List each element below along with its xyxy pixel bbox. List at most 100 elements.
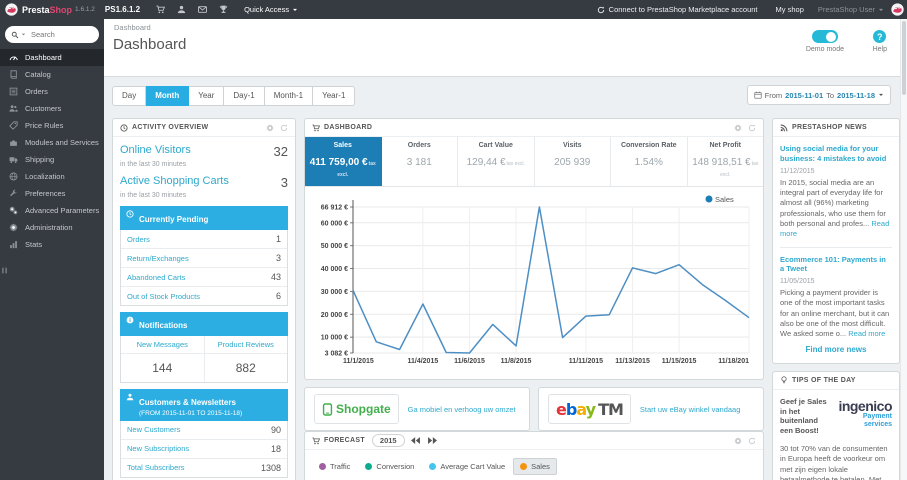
my-shop-link[interactable]: My shop xyxy=(776,5,804,14)
metric-toggle-conversion[interactable]: Conversion xyxy=(358,458,421,475)
sync-icon xyxy=(597,6,605,14)
sidebar-item-label: Stats xyxy=(25,240,43,249)
quick-access-label: Quick Access xyxy=(244,5,290,14)
gear-icon[interactable] xyxy=(734,436,742,445)
pending-link[interactable]: Out of Stock Products xyxy=(127,292,200,301)
pending-link[interactable]: Abandoned Carts xyxy=(127,273,185,282)
article-title[interactable]: Ecommerce 101: Payments in a Tweet xyxy=(780,255,892,275)
prestashop-logo-icon[interactable] xyxy=(5,3,18,16)
person-icon[interactable] xyxy=(177,5,186,14)
kpi-tab-cart-value[interactable]: Cart Value 129,44 €tax excl. xyxy=(458,137,535,186)
range-button-year-1[interactable]: Year-1 xyxy=(313,85,356,106)
read-more-link[interactable]: Read more xyxy=(848,329,885,338)
read-more-link[interactable]: Read more xyxy=(780,219,889,238)
date-range-picker[interactable]: From 2015-11-01 To 2015-11-18 xyxy=(746,85,891,105)
active-carts-link[interactable]: Active Shopping Carts xyxy=(120,175,229,190)
article-body: Picking a payment provider is one of the… xyxy=(780,288,890,339)
range-button-month[interactable]: Month xyxy=(146,85,190,106)
kpi-tab-conversion-rate[interactable]: Conversion Rate 1.54% xyxy=(611,137,688,186)
prestashop-news-panel: PRESTASHOP NEWS Using social media for y… xyxy=(772,118,900,364)
scrollbar-thumb[interactable] xyxy=(902,21,906,95)
customers-link[interactable]: Total Subscribers xyxy=(127,463,185,472)
kpi-value: 3 181 xyxy=(406,157,432,168)
gauge-icon xyxy=(9,53,18,62)
kpi-label: Visits xyxy=(562,142,582,149)
kpi-tab-sales[interactable]: Sales 411 759,00 €tax excl. xyxy=(305,137,382,186)
tag-icon xyxy=(9,121,18,130)
search-input[interactable] xyxy=(31,30,89,39)
sidebar-item-administration[interactable]: Administration xyxy=(0,219,104,236)
refresh-icon[interactable] xyxy=(748,124,756,132)
sidebar-item-price-rules[interactable]: Price Rules xyxy=(0,117,104,134)
refresh-icon[interactable] xyxy=(748,437,756,445)
metric-label: Sales xyxy=(531,462,550,471)
quick-access-menu[interactable]: Quick Access xyxy=(244,5,298,14)
shop-code[interactable]: PS1.6.1.2 xyxy=(105,5,140,14)
kpi-tab-visits[interactable]: Visits 205 939 xyxy=(535,137,611,186)
news-list: Using social media for your business: 4 … xyxy=(773,137,899,363)
sidebar-item-dashboard[interactable]: Dashboard xyxy=(0,49,104,66)
search-icon xyxy=(11,31,19,39)
sidebar-item-stats[interactable]: Stats xyxy=(0,236,104,253)
breadcrumb[interactable]: Dashboard xyxy=(114,23,151,32)
help-icon[interactable]: ? xyxy=(873,30,887,43)
sidebar-item-localization[interactable]: Localization xyxy=(0,168,104,185)
brand-name: PrestaShop xyxy=(22,4,73,15)
sidebar-item-modules-and-services[interactable]: Modules and Services xyxy=(0,134,104,151)
metric-toggle-average-cart-value[interactable]: Average Cart Value xyxy=(422,458,512,475)
gear-icon[interactable] xyxy=(266,123,274,132)
pending-link[interactable]: Orders xyxy=(127,235,150,244)
metric-toggle-sales[interactable]: Sales xyxy=(513,458,557,475)
article-title[interactable]: Using social media for your business: 4 … xyxy=(780,144,892,164)
next-year-button[interactable] xyxy=(426,435,439,446)
notification-link[interactable]: Product Reviews xyxy=(204,336,287,354)
envelope-icon[interactable] xyxy=(198,5,207,14)
forecast-year-badge: 2015 xyxy=(371,434,405,447)
cart-icon[interactable] xyxy=(156,5,166,14)
metric-toggle-traffic[interactable]: Traffic xyxy=(312,458,357,475)
sidebar-item-preferences[interactable]: Preferences xyxy=(0,185,104,202)
shopgate-link[interactable]: Ga mobiel en verhoog uw omzet xyxy=(408,405,516,414)
sidebar-item-label: Modules and Services xyxy=(25,138,99,147)
notification-value: 882 xyxy=(235,361,256,375)
range-button-day-1[interactable]: Day-1 xyxy=(224,85,265,106)
user-menu[interactable]: PrestaShop User xyxy=(818,5,884,14)
kpi-value: 129,44 €tax excl. xyxy=(466,157,525,168)
sidebar-item-label: Price Rules xyxy=(25,121,64,130)
online-visitors-link[interactable]: Online Visitors xyxy=(120,144,191,159)
previous-year-button[interactable] xyxy=(409,435,422,446)
sidebar-item-shipping[interactable]: Shipping xyxy=(0,151,104,168)
sidebar-item-catalog[interactable]: Catalog xyxy=(0,66,104,83)
kpi-tab-net-profit[interactable]: Net Profit 148 918,51 €tax excl. xyxy=(688,137,764,186)
chevron-down-icon[interactable] xyxy=(21,32,26,37)
news-article: Ecommerce 101: Payments in a Tweet 11/05… xyxy=(780,255,892,340)
notification-link[interactable]: New Messages xyxy=(121,336,204,354)
refresh-icon[interactable] xyxy=(280,124,288,132)
kpi-tab-orders[interactable]: Orders 3 181 xyxy=(382,137,458,186)
sidebar-item-customers[interactable]: Customers xyxy=(0,100,104,117)
range-button-month-1[interactable]: Month-1 xyxy=(264,85,314,106)
ebay-link[interactable]: Start uw eBay winkel vandaag xyxy=(640,405,740,414)
dashboard-content: ACTIVITY OVERVIEW Online Visitors 32 in … xyxy=(104,118,900,480)
scrollbar[interactable] xyxy=(900,19,907,480)
customers-link[interactable]: New Customers xyxy=(127,425,180,434)
gear-icon[interactable] xyxy=(734,123,742,132)
divider xyxy=(780,246,892,248)
sidebar-item-advanced-parameters[interactable]: Advanced Parameters xyxy=(0,202,104,219)
demo-mode-toggle[interactable] xyxy=(811,30,838,43)
svg-text:20 000 €: 20 000 € xyxy=(321,312,348,319)
range-button-year[interactable]: Year xyxy=(189,85,225,106)
section-title: Customers & Newsletters xyxy=(139,398,236,407)
avatar[interactable] xyxy=(891,3,904,16)
kpi-label: Orders xyxy=(407,142,431,149)
collapse-menu-icon[interactable] xyxy=(0,266,9,275)
trophy-icon[interactable] xyxy=(219,5,228,14)
marketplace-link[interactable]: Connect to PrestaShop Marketplace accoun… xyxy=(597,5,758,14)
customers-link[interactable]: New Subscriptions xyxy=(127,444,189,453)
find-more-news-link[interactable]: Find more news xyxy=(780,340,892,356)
svg-text:40 000 €: 40 000 € xyxy=(321,266,348,273)
range-button-day[interactable]: Day xyxy=(112,85,147,106)
sidebar-search[interactable] xyxy=(5,26,99,43)
sidebar-item-orders[interactable]: Orders xyxy=(0,83,104,100)
pending-link[interactable]: Return/Exchanges xyxy=(127,254,189,263)
